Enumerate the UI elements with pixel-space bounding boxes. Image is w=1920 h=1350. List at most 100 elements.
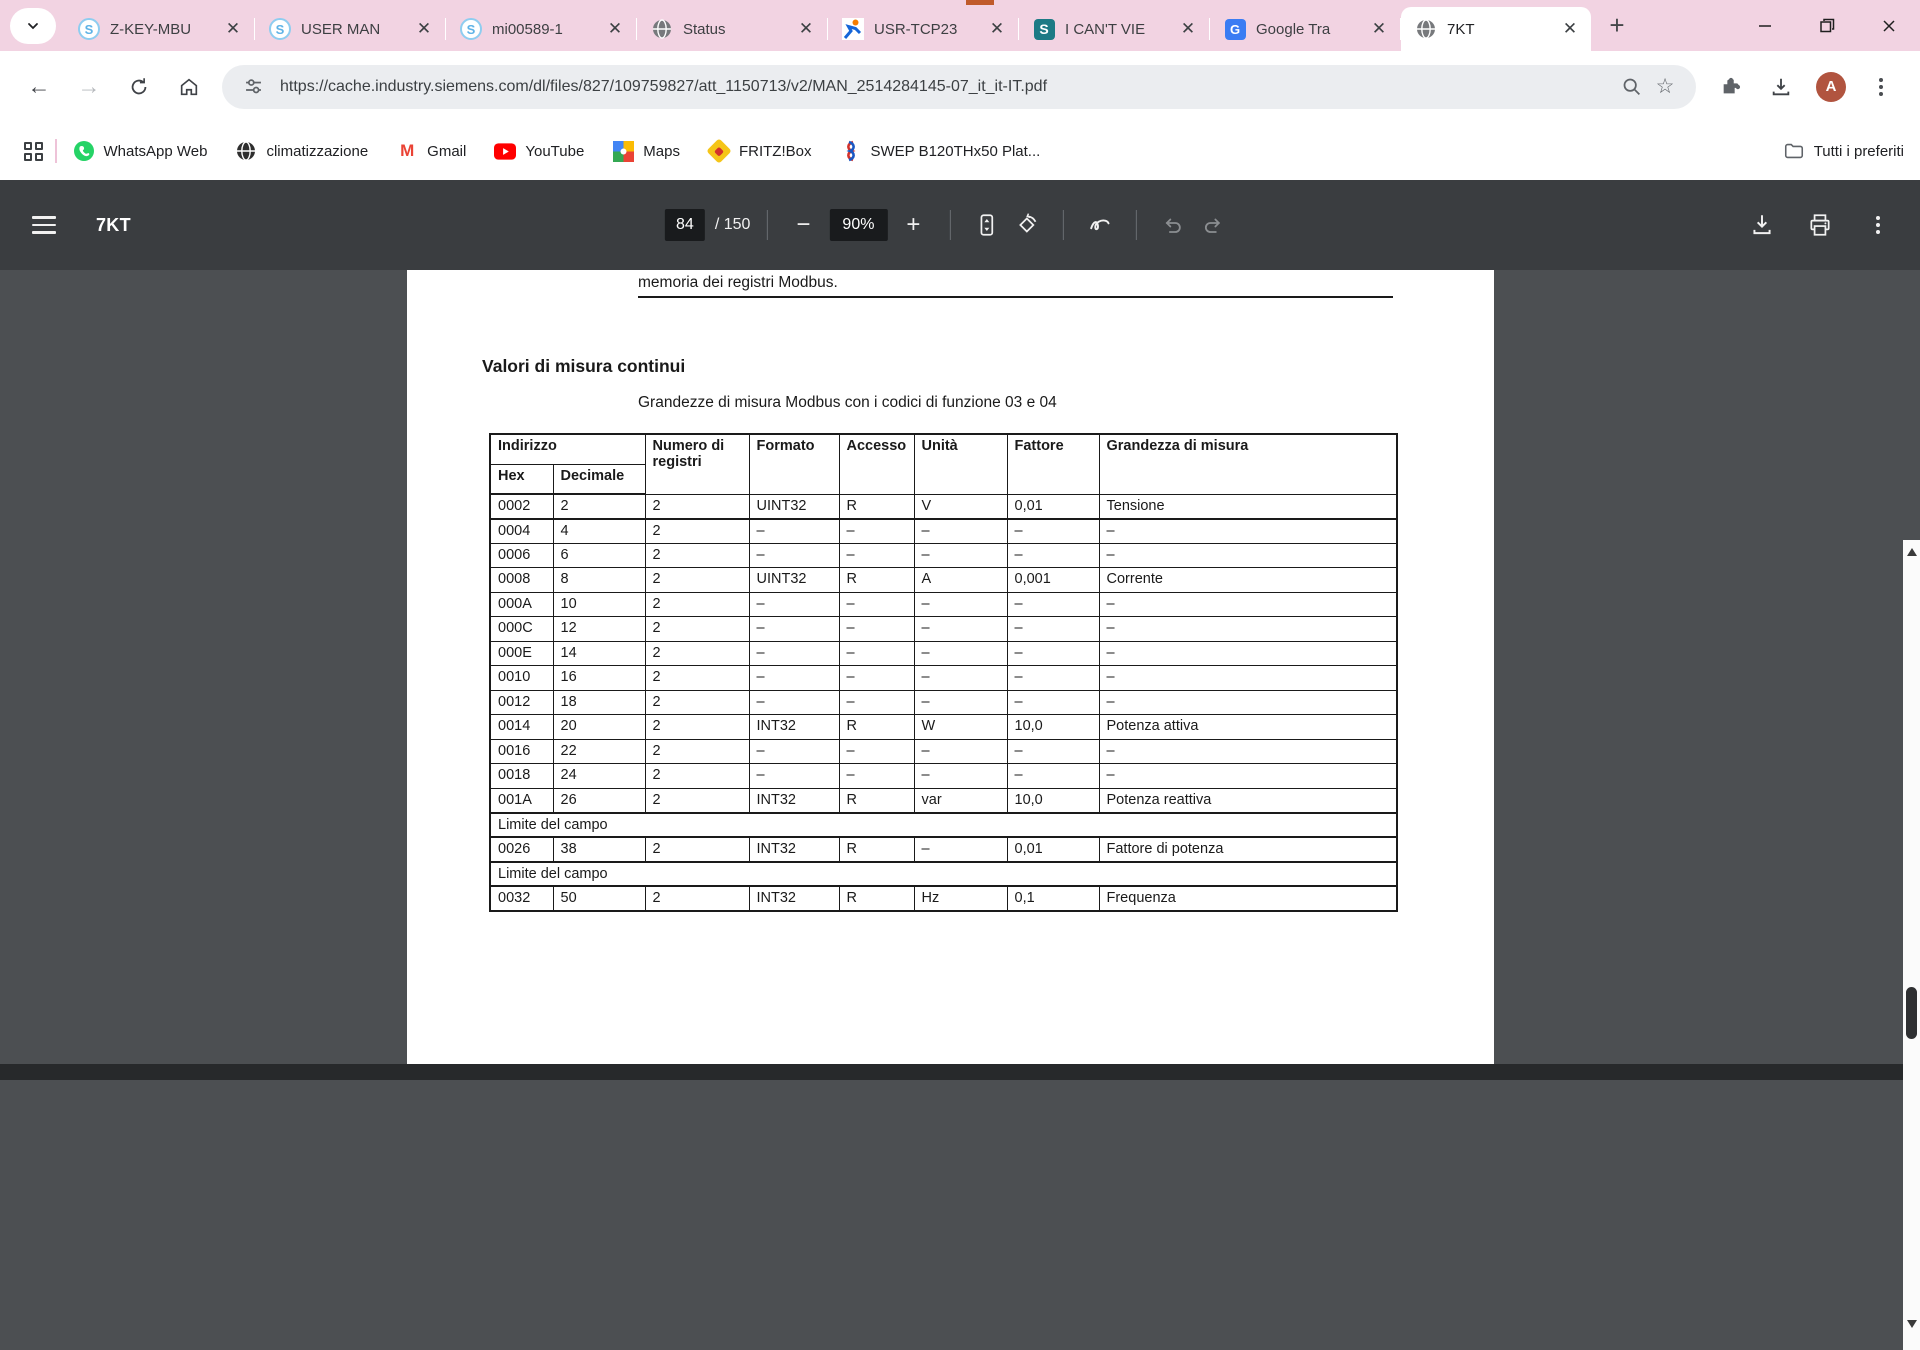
forward-button[interactable]: → <box>67 65 111 109</box>
table-row: 000E142––––– <box>490 641 1397 666</box>
profile-avatar[interactable]: A <box>1809 65 1853 109</box>
table-cell: – <box>1007 641 1099 666</box>
tab-user-man[interactable]: SUSER MAN✕ <box>255 7 445 51</box>
tab-close-icon[interactable]: ✕ <box>222 18 244 40</box>
scroll-up-arrow[interactable] <box>1907 548 1917 556</box>
restore-button[interactable] <box>1796 0 1858 51</box>
home-button[interactable] <box>167 65 211 109</box>
paragraph-fragment: memoria dei registri Modbus. <box>638 274 838 292</box>
tab-close-icon[interactable]: ✕ <box>604 18 626 40</box>
bookmark-label: Gmail <box>427 143 466 160</box>
scroll-down-arrow[interactable] <box>1907 1320 1917 1328</box>
downloads-icon[interactable] <box>1759 65 1803 109</box>
table-span-row: Limite del campo <box>490 862 1397 887</box>
tab-i-can-t-vie[interactable]: S I CAN'T VIE✕ <box>1019 7 1209 51</box>
zoom-indicator-icon[interactable] <box>1614 70 1648 104</box>
table-cell: R <box>839 886 914 911</box>
tab-close-icon[interactable]: ✕ <box>1177 18 1199 40</box>
pdf-download-button[interactable] <box>1742 205 1782 245</box>
undo-button[interactable] <box>1152 205 1192 245</box>
table-cell: – <box>839 617 914 642</box>
rotate-button[interactable] <box>1006 205 1046 245</box>
back-button[interactable]: ← <box>17 65 61 109</box>
tab-search-button[interactable] <box>10 8 56 44</box>
annotate-draw-button[interactable] <box>1079 205 1119 245</box>
bookmark-youtube[interactable]: YouTube <box>494 140 584 162</box>
reload-button[interactable] <box>117 65 161 109</box>
browser-menu-button[interactable] <box>1859 65 1903 109</box>
tab-title: I CAN'T VIE <box>1065 21 1177 38</box>
scrollbar[interactable] <box>1903 540 1920 1350</box>
tab-title: USR-TCP23 <box>874 21 986 38</box>
redo-button[interactable] <box>1192 205 1232 245</box>
apps-grid-icon[interactable] <box>24 142 43 161</box>
tab-close-icon[interactable]: ✕ <box>1559 18 1581 40</box>
tab-title: Z-KEY-MBU <box>110 21 222 38</box>
table-cell: 8 <box>553 568 645 593</box>
bookmark-climatizzazione[interactable]: climatizzazione <box>235 140 368 162</box>
table-cell: – <box>914 543 1007 568</box>
zoom-out-button[interactable]: − <box>783 205 823 245</box>
bookmark-gmail[interactable]: MGmail <box>396 140 466 162</box>
url-text[interactable]: https://cache.industry.siemens.com/dl/fi… <box>280 78 1614 96</box>
table-cell: – <box>914 764 1007 789</box>
tab-7kt[interactable]: 7KT✕ <box>1401 7 1591 51</box>
table-caption: Grandezze di misura Modbus con i codici … <box>638 394 1057 412</box>
globe-icon <box>651 18 673 40</box>
tab-mi00589-1[interactable]: Smi00589-1✕ <box>446 7 636 51</box>
bookmark-star-icon[interactable]: ☆ <box>1648 70 1682 104</box>
page-number-input[interactable]: 84 <box>665 209 705 241</box>
table-cell: – <box>839 641 914 666</box>
tab-strip: SZ-KEY-MBU✕SUSER MAN✕Smi00589-1✕Status✕U… <box>64 0 1591 51</box>
table-cell: 12 <box>553 617 645 642</box>
table-cell: Frequenza <box>1099 886 1397 911</box>
bookmark-swep-b120thx50-plat-[interactable]: SWEP B120THx50 Plat... <box>840 140 1041 162</box>
siemens-icon: S <box>460 18 482 40</box>
table-cell: 16 <box>553 666 645 691</box>
browser-navbar: ← → https://cache.industry.siemens.com/d… <box>0 51 1920 122</box>
tab-close-icon[interactable]: ✕ <box>986 18 1008 40</box>
tab-title: USER MAN <box>301 21 413 38</box>
close-window-button[interactable] <box>1858 0 1920 51</box>
bookmark-fritz-box[interactable]: FRITZ!Box <box>708 140 812 162</box>
table-cell: 2 <box>645 886 749 911</box>
scrollbar-thumb[interactable] <box>1906 987 1917 1039</box>
tab-close-icon[interactable]: ✕ <box>795 18 817 40</box>
table-cell: Tensione <box>1099 494 1397 519</box>
extensions-icon[interactable] <box>1709 65 1753 109</box>
table-cell: – <box>914 666 1007 691</box>
table-cell: 2 <box>645 568 749 593</box>
table-cell: 0018 <box>490 764 553 789</box>
pdf-menu-icon[interactable] <box>32 216 56 234</box>
column-header-grandezza: Grandezza di misura <box>1099 434 1397 494</box>
table-cell: R <box>839 494 914 519</box>
table-cell: 000C <box>490 617 553 642</box>
pdf-print-button[interactable] <box>1800 205 1840 245</box>
avatar: A <box>1816 72 1846 102</box>
new-tab-button[interactable]: + <box>1597 6 1637 46</box>
zoom-level-input[interactable]: 90% <box>829 209 887 241</box>
minimize-button[interactable] <box>1734 0 1796 51</box>
tab-google-tra[interactable]: GGoogle Tra✕ <box>1210 7 1400 51</box>
tab-usr-tcp23[interactable]: USR-TCP23✕ <box>828 7 1018 51</box>
tab-status[interactable]: Status✕ <box>637 7 827 51</box>
pdf-more-button[interactable] <box>1858 205 1898 245</box>
pdf-page: memoria dei registri Modbus. Valori di m… <box>407 270 1494 1064</box>
tab-z-key-mbu[interactable]: SZ-KEY-MBU✕ <box>64 7 254 51</box>
bookmark-whatsapp-web[interactable]: WhatsApp Web <box>73 140 208 162</box>
all-bookmarks-button[interactable]: Tutti i preferiti <box>1783 140 1904 162</box>
omnibox[interactable]: https://cache.industry.siemens.com/dl/fi… <box>222 65 1696 109</box>
table-cell: – <box>1099 739 1397 764</box>
zoom-in-button[interactable]: + <box>893 205 933 245</box>
scribd-icon: S <box>1033 18 1055 40</box>
table-cell: – <box>914 690 1007 715</box>
bookmark-maps[interactable]: Maps <box>612 140 680 162</box>
all-bookmarks-label: Tutti i preferiti <box>1814 143 1904 160</box>
table-cell: 0026 <box>490 837 553 862</box>
fit-page-button[interactable] <box>966 205 1006 245</box>
tab-close-icon[interactable]: ✕ <box>1368 18 1390 40</box>
table-cell: 2 <box>645 666 749 691</box>
site-settings-icon[interactable] <box>236 70 270 104</box>
tab-close-icon[interactable]: ✕ <box>413 18 435 40</box>
table-cell: 26 <box>553 788 645 813</box>
